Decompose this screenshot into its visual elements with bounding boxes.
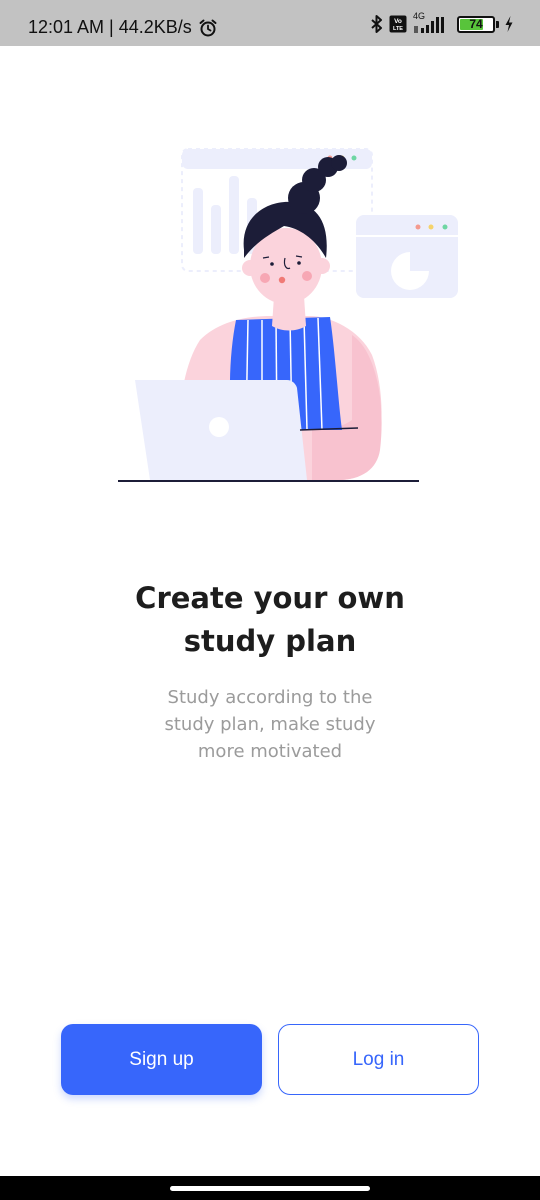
status-left: 12:01 AM | 44.2KB/s bbox=[28, 17, 218, 38]
svg-text:Vo: Vo bbox=[394, 18, 402, 25]
pie-window-illustration bbox=[356, 215, 458, 298]
status-bar: 12:01 AM | 44.2KB/s Vo LTE 4G 74 bbox=[0, 0, 540, 46]
bluetooth-icon bbox=[371, 15, 382, 33]
home-indicator[interactable] bbox=[170, 1186, 370, 1191]
battery-tip bbox=[496, 20, 499, 28]
svg-text:LTE: LTE bbox=[393, 26, 403, 32]
sign-up-label: Sign up bbox=[129, 1048, 194, 1070]
signal-icon: 4G bbox=[412, 11, 446, 34]
battery-icon: 74 bbox=[457, 15, 495, 33]
log-in-label: Log in bbox=[352, 1048, 405, 1070]
volte-icon: Vo LTE bbox=[389, 15, 407, 33]
onboarding-title: Create your own study plan bbox=[135, 581, 405, 658]
alarm-icon bbox=[199, 19, 217, 36]
onboarding-subtitle: Study according to the study plan, make … bbox=[164, 687, 376, 762]
girl-at-laptop-illustration bbox=[118, 148, 458, 482]
log-in-button[interactable]: Log in bbox=[278, 1024, 479, 1095]
charging-icon bbox=[505, 16, 513, 32]
battery-level: 74 bbox=[469, 16, 483, 31]
system-navigation-bar bbox=[0, 1176, 540, 1200]
status-time: 12:01 AM | 44.2KB/s bbox=[28, 17, 192, 37]
sign-up-button[interactable]: Sign up bbox=[61, 1024, 262, 1095]
status-right: Vo LTE 4G 74 bbox=[370, 11, 514, 34]
